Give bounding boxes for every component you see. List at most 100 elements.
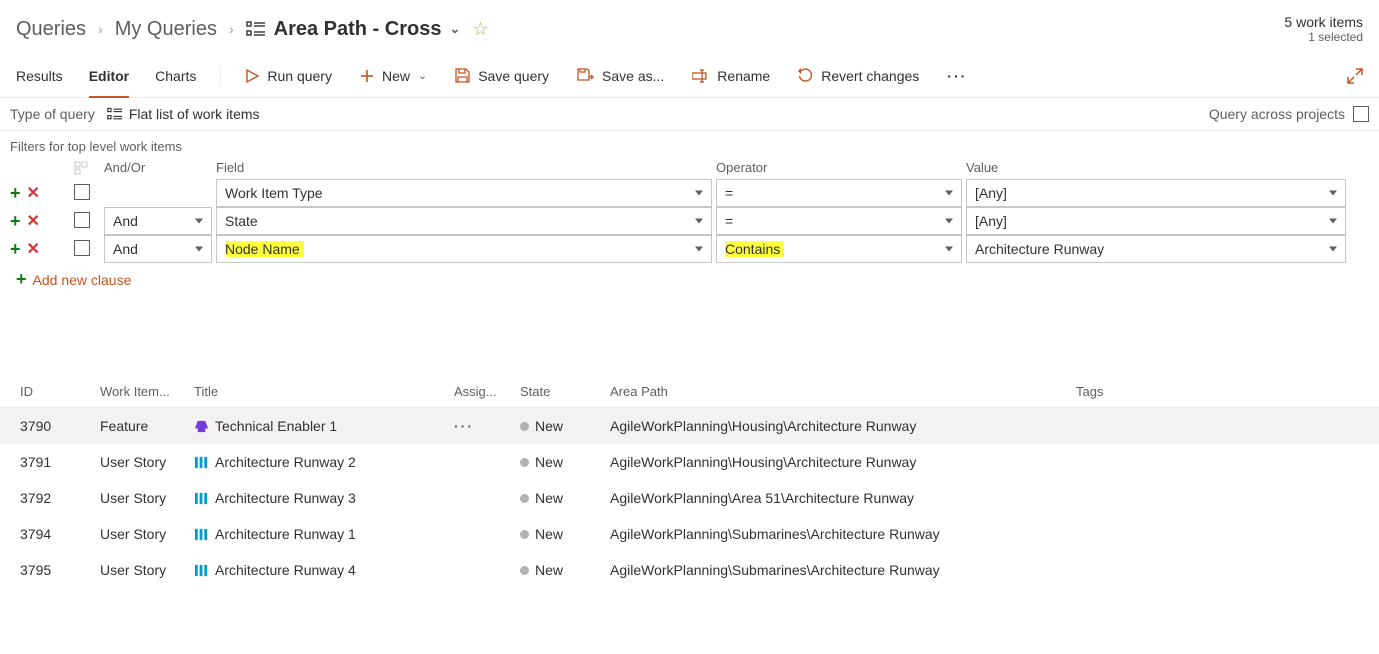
chevron-right-icon: › (229, 21, 234, 37)
field-select[interactable]: Work Item Type (216, 179, 712, 207)
cell-id: 3792 (20, 490, 100, 506)
query-across-checkbox[interactable] (1353, 106, 1369, 122)
story-icon (194, 491, 209, 506)
group-icon (74, 161, 104, 175)
clause-row: + ✕ And Node Name Contains Architecture … (0, 235, 1379, 263)
col-title[interactable]: Title (194, 384, 454, 399)
revert-button[interactable]: Revert changes (798, 68, 919, 84)
clause-row: + ✕ Work Item Type = [Any] (0, 179, 1379, 207)
table-row[interactable]: 3790 Feature Technical Enabler 1 ··· New… (0, 408, 1379, 444)
filters-section-label: Filters for top level work items (0, 131, 1379, 160)
cell-area: AgileWorkPlanning\Area 51\Architecture R… (610, 490, 1076, 506)
cell-id: 3790 (20, 418, 100, 434)
cell-type: User Story (100, 562, 194, 578)
breadcrumb-folder[interactable]: My Queries (115, 18, 217, 41)
table-row[interactable]: 3795 User Story Architecture Runway 4 Ne… (0, 552, 1379, 588)
cell-assigned: ··· (454, 418, 520, 434)
ellipsis-icon: ··· (947, 68, 967, 84)
add-clause-button[interactable]: + Add new clause (0, 263, 1379, 296)
cell-type: User Story (100, 526, 194, 542)
cell-type: User Story (100, 454, 194, 470)
col-assigned[interactable]: Assig... (454, 384, 520, 399)
plus-icon (360, 69, 374, 83)
tab-charts[interactable]: Charts (155, 54, 196, 97)
value-select[interactable]: [Any] (966, 207, 1346, 235)
chevron-down-icon[interactable]: ⌄ (449, 21, 460, 37)
header-andor: And/Or (104, 160, 216, 175)
state-dot-icon (520, 458, 529, 467)
cell-area: AgileWorkPlanning\Housing\Architecture R… (610, 418, 1076, 434)
cell-state: New (520, 490, 610, 506)
clause-checkbox[interactable] (74, 212, 90, 228)
cell-area: AgileWorkPlanning\Housing\Architecture R… (610, 454, 1076, 470)
field-select[interactable]: State (216, 207, 712, 235)
value-select[interactable]: [Any] (966, 179, 1346, 207)
operator-select[interactable]: = (716, 179, 962, 207)
operator-select[interactable]: Contains (716, 235, 962, 263)
clause-checkbox[interactable] (74, 240, 90, 256)
cell-state: New (520, 526, 610, 542)
table-row[interactable]: 3794 User Story Architecture Runway 1 Ne… (0, 516, 1379, 552)
chevron-right-icon: › (98, 21, 103, 37)
save-icon (455, 68, 470, 83)
clause-checkbox[interactable] (74, 184, 90, 200)
story-icon (194, 527, 209, 542)
state-dot-icon (520, 530, 529, 539)
value-select[interactable]: Architecture Runway (966, 235, 1346, 263)
cell-type: Feature (100, 418, 194, 434)
cell-state: New (520, 418, 610, 434)
col-area[interactable]: Area Path (610, 384, 1076, 399)
remove-row-icon[interactable]: ✕ (27, 183, 40, 203)
add-row-icon[interactable]: + (10, 183, 21, 204)
header-value: Value (966, 160, 1350, 175)
col-state[interactable]: State (520, 384, 610, 399)
table-row[interactable]: 3792 User Story Architecture Runway 3 Ne… (0, 480, 1379, 516)
count-selected: 1 selected (1284, 30, 1363, 44)
divider (220, 66, 221, 86)
breadcrumb-current[interactable]: Area Path - Cross (274, 18, 442, 41)
remove-row-icon[interactable]: ✕ (27, 239, 40, 259)
flat-list-icon (246, 19, 266, 39)
save-as-button[interactable]: Save as... (577, 68, 664, 84)
header-field: Field (216, 160, 716, 175)
add-row-icon[interactable]: + (10, 211, 21, 232)
field-select[interactable]: Node Name (216, 235, 712, 263)
save-as-icon (577, 68, 594, 83)
chevron-down-icon: ⌄ (418, 69, 427, 82)
andor-select[interactable]: And (104, 207, 212, 235)
flat-list-icon (107, 106, 123, 122)
item-count: 5 work items 1 selected (1284, 14, 1363, 44)
save-query-button[interactable]: Save query (455, 68, 549, 84)
story-icon (194, 455, 209, 470)
play-icon (245, 69, 259, 83)
feature-icon (194, 419, 209, 434)
new-button[interactable]: New ⌄ (360, 68, 427, 84)
col-type[interactable]: Work Item... (100, 384, 194, 399)
cell-state: New (520, 454, 610, 470)
tab-editor[interactable]: Editor (89, 54, 129, 97)
query-type-value[interactable]: Flat list of work items (129, 106, 260, 122)
more-actions-button[interactable]: ··· (947, 68, 967, 84)
breadcrumb: Queries › My Queries › Area Path - Cross… (16, 18, 489, 41)
cell-title: Architecture Runway 3 (194, 490, 454, 506)
breadcrumb-root[interactable]: Queries (16, 18, 86, 41)
col-id[interactable]: ID (20, 384, 100, 399)
add-row-icon[interactable]: + (10, 239, 21, 260)
cell-state: New (520, 562, 610, 578)
cell-title: Technical Enabler 1 (194, 418, 454, 434)
table-row[interactable]: 3791 User Story Architecture Runway 2 Ne… (0, 444, 1379, 480)
state-dot-icon (520, 566, 529, 575)
cell-id: 3794 (20, 526, 100, 542)
rename-button[interactable]: Rename (692, 68, 770, 84)
col-tags[interactable]: Tags (1076, 384, 1366, 399)
cell-area: AgileWorkPlanning\Submarines\Architectur… (610, 526, 1076, 542)
run-query-button[interactable]: Run query (245, 68, 332, 84)
remove-row-icon[interactable]: ✕ (27, 211, 40, 231)
favorite-star-icon[interactable]: ☆ (472, 19, 488, 40)
expand-button[interactable] (1347, 68, 1363, 84)
operator-select[interactable]: = (716, 207, 962, 235)
cell-title: Architecture Runway 1 (194, 526, 454, 542)
story-icon (194, 563, 209, 578)
tab-results[interactable]: Results (16, 54, 63, 97)
andor-select[interactable]: And (104, 235, 212, 263)
